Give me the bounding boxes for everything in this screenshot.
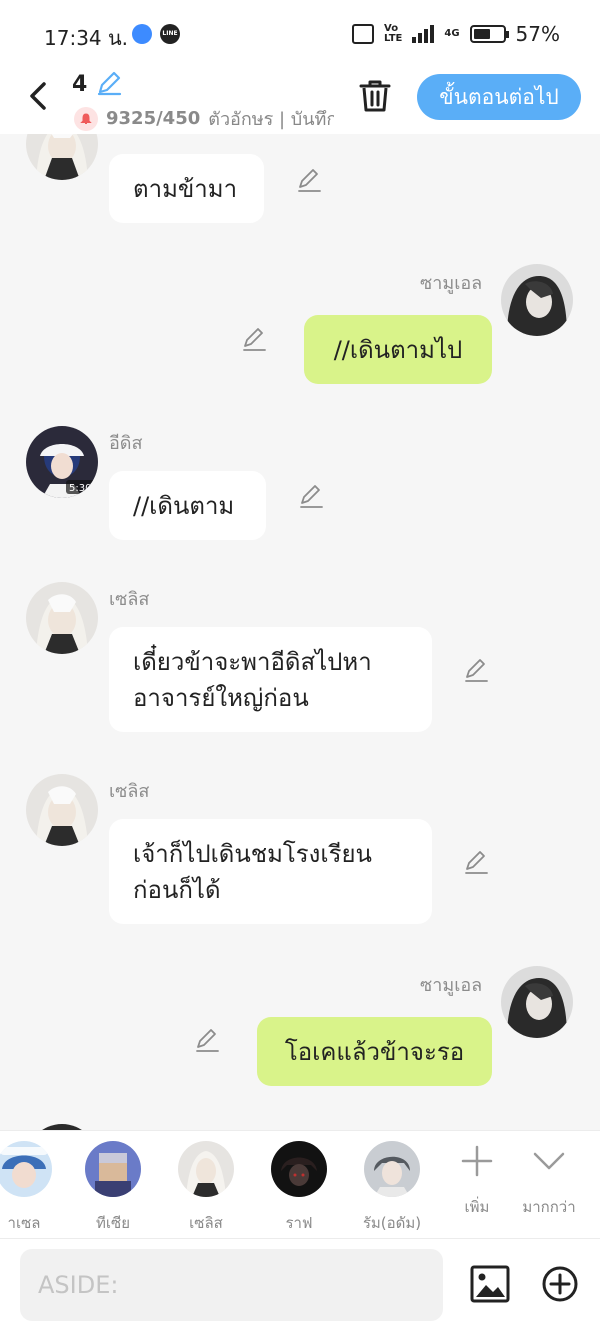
avatar[interactable] — [26, 134, 98, 180]
character-name: ทีเซีย — [96, 1214, 130, 1232]
sender-name: อีดิส — [109, 433, 143, 454]
edit-pencil-icon[interactable] — [297, 482, 325, 510]
character-item[interactable]: เซลิส — [166, 1141, 246, 1235]
character-item[interactable]: าเซล — [0, 1141, 64, 1235]
character-avatar — [271, 1141, 327, 1197]
back-arrow-icon[interactable] — [24, 80, 54, 112]
battery-percent: 57% — [515, 22, 560, 46]
avatar[interactable] — [26, 774, 98, 846]
next-step-button[interactable]: ขั้นตอนต่อไป — [417, 74, 581, 120]
edit-pencil-icon[interactable] — [193, 1026, 221, 1054]
sender-name: เซลิส — [109, 589, 150, 610]
sender-name: ซามูเอล — [420, 273, 483, 294]
editor-header: 4 9325/450 ตัวอักษร | บันทึก ขั้นตอนต่อไ… — [0, 66, 600, 134]
message-bubble[interactable]: ตามข้ามา — [109, 154, 264, 223]
aside-input[interactable] — [20, 1249, 443, 1321]
character-name: ราฟ — [285, 1214, 313, 1232]
line-app-icon: LINE — [160, 24, 180, 44]
network-label: 4G — [444, 28, 460, 39]
character-avatar — [0, 1141, 52, 1197]
chevron-down-icon — [533, 1152, 565, 1170]
character-avatar — [364, 1141, 420, 1197]
trash-icon[interactable] — [358, 78, 392, 114]
message-text: เดี๋ยวข้าจะพาอีดิสไปหาอาจารย์ใหญ่ก่อน — [133, 647, 372, 712]
character-item[interactable]: ราฟ — [259, 1141, 339, 1235]
message-text: //เดินตาม — [133, 491, 235, 520]
message-bubble[interactable]: เดี๋ยวข้าจะพาอีดิสไปหาอาจารย์ใหญ่ก่อน — [109, 627, 432, 732]
message-bubble[interactable]: //เดินตามไป — [304, 315, 492, 384]
character-name: รัม(อดัม) — [362, 1214, 422, 1232]
message-text: เจ้าก็ไปเดินชมโรงเรียนก่อนก็ได้ — [133, 839, 372, 904]
avatar[interactable]: 5:30 — [26, 426, 98, 498]
edit-title-pencil-icon[interactable] — [96, 70, 122, 96]
image-icon[interactable] — [470, 1265, 510, 1303]
battery-icon — [469, 25, 509, 43]
episode-number: 4 — [72, 72, 88, 97]
character-item[interactable]: ทีเซีย — [73, 1141, 153, 1235]
character-avatar — [178, 1141, 234, 1197]
add-character-button[interactable]: เพิ่ม — [442, 1143, 512, 1219]
character-bar: าเซล ทีเซีย เซลิส ราฟ รัม(อดัม) เพิ่ม มา… — [0, 1130, 600, 1238]
char-count: 9325/450 — [106, 108, 201, 129]
add-circle-icon[interactable] — [541, 1265, 579, 1303]
avatar-badge: 5:30 — [69, 483, 91, 494]
plus-icon — [461, 1145, 493, 1177]
edit-pencil-icon[interactable] — [240, 325, 268, 353]
more-label: มากกว่า — [522, 1198, 576, 1216]
message-bubble[interactable]: //เดินตาม — [109, 471, 266, 540]
char-info: ตัวอักษร | บันทึก — [208, 109, 334, 130]
battery-level — [473, 29, 490, 39]
more-characters-button[interactable]: มากกว่า — [514, 1143, 584, 1219]
message-text: ตามข้ามา — [133, 174, 238, 203]
message-bubble[interactable]: เจ้าก็ไปเดินชมโรงเรียนก่อนก็ได้ — [109, 819, 432, 924]
message-text: //เดินตามไป — [333, 335, 463, 364]
character-name: เซลิส — [189, 1214, 223, 1232]
edit-pencil-icon[interactable] — [462, 656, 490, 684]
char-counter-row: 9325/450 ตัวอักษร | บันทึก — [74, 104, 334, 133]
character-avatar — [85, 1141, 141, 1197]
status-time: 17:34 น. — [44, 26, 129, 50]
avatar[interactable] — [501, 966, 573, 1038]
app-icon — [132, 24, 152, 44]
sender-name: เซลิส — [109, 781, 150, 802]
volte-icon: Vo LTE — [384, 23, 403, 44]
status-bar: 17:34 น. LINE Vo LTE 4G 57% — [0, 0, 600, 66]
character-item[interactable]: รัม(อดัม) — [352, 1141, 432, 1235]
character-name: าเซล — [7, 1214, 41, 1232]
status-icons: Vo LTE 4G 57% — [352, 22, 560, 46]
message-bubble[interactable]: โอเคแล้วข้าจะรอ — [257, 1017, 492, 1086]
avatar[interactable] — [501, 264, 573, 336]
avatar[interactable] — [26, 582, 98, 654]
signal-icon — [412, 25, 435, 43]
chat-area[interactable]: ตามข้ามา ซามูเอล //เดินตามไป อีดิส 5:30 … — [0, 134, 600, 1130]
add-label: เพิ่ม — [464, 1198, 490, 1216]
input-bar — [0, 1238, 600, 1333]
bell-icon — [74, 106, 98, 131]
vibrate-icon — [352, 24, 374, 44]
edit-pencil-icon[interactable] — [462, 848, 490, 876]
message-text: โอเคแล้วข้าจะรอ — [284, 1037, 465, 1066]
edit-pencil-icon[interactable] — [295, 166, 323, 194]
sender-name: ซามูเอล — [420, 975, 483, 996]
